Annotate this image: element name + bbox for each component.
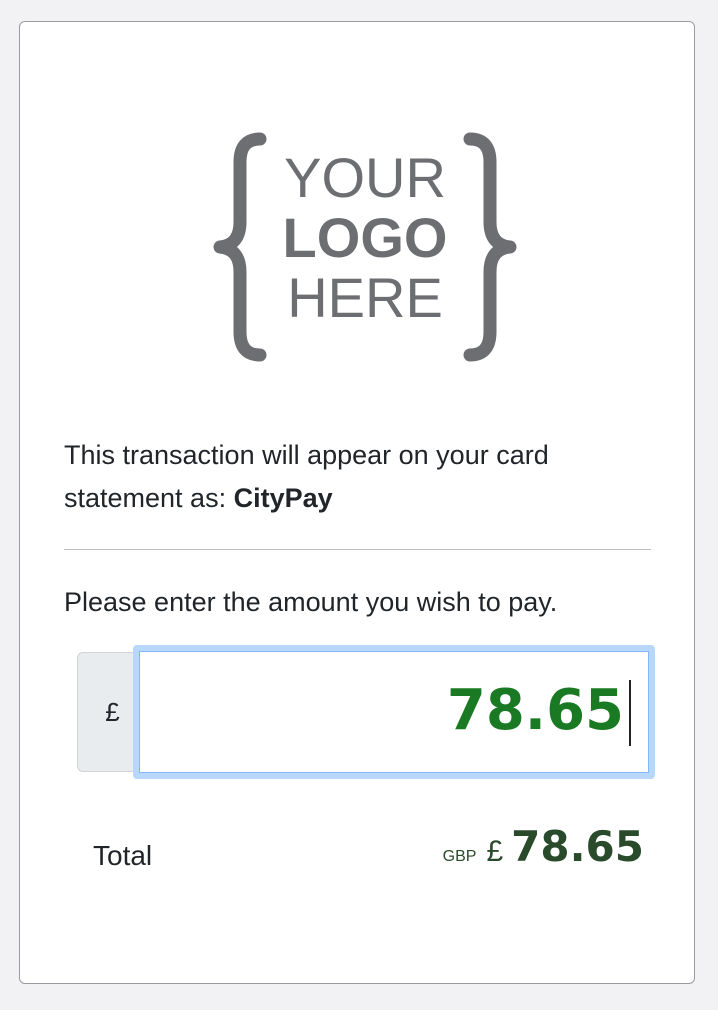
statement-descriptor: This transaction will appear on your car… [64, 434, 664, 520]
merchant-name: CityPay [233, 483, 333, 513]
logo-text-line2: LOGO [283, 206, 448, 269]
payment-card: YOUR LOGO HERE This transaction will app… [19, 21, 695, 984]
total-amount: 78.65 [511, 822, 644, 871]
total-label: Total [93, 840, 153, 871]
amount-input[interactable]: 78.65 [139, 651, 649, 773]
amount-prompt: Please enter the amount you wish to pay. [64, 587, 558, 617]
total-currency-symbol: £ [486, 835, 504, 868]
company-logo: YOUR LOGO HERE [213, 132, 517, 362]
amount-input-group: £ 78.65 [77, 645, 655, 779]
divider [64, 549, 651, 550]
text-caret [629, 680, 631, 746]
currency-symbol: £ [105, 696, 120, 727]
logo-text-line1: YOUR [284, 146, 446, 209]
logo-text-line3: HERE [287, 266, 443, 329]
total-value: GBP £ 78.65 [443, 822, 644, 871]
total-currency-code: GBP [442, 848, 477, 865]
